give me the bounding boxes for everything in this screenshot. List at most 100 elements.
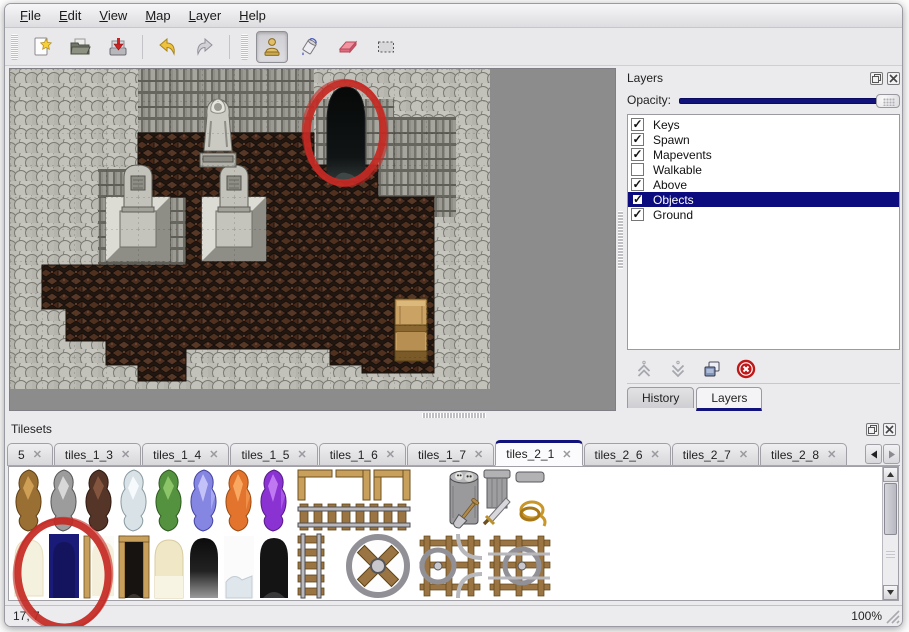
layer-row-keys[interactable]: ✓Keys: [628, 117, 899, 132]
doorway-dark-tile[interactable]: [119, 536, 149, 598]
checkbox-checked[interactable]: ✓: [631, 148, 644, 161]
snow-tile[interactable]: [224, 536, 254, 598]
close-panel-icon[interactable]: [883, 423, 896, 436]
opacity-slider[interactable]: [679, 93, 900, 108]
checkbox-checked[interactable]: ✓: [631, 178, 644, 191]
close-tab-icon[interactable]: ✕: [827, 448, 836, 461]
layer-row-objects[interactable]: ✓Objects: [628, 192, 899, 207]
checkbox-checked[interactable]: ✓: [631, 193, 644, 206]
tileset-content[interactable]: [8, 466, 899, 601]
menu-map[interactable]: Map: [136, 5, 179, 26]
cave-tile-navy-selected[interactable]: [49, 534, 79, 598]
toolbar-drag-handle[interactable]: [241, 34, 248, 60]
close-tab-icon[interactable]: ✕: [562, 448, 571, 461]
opacity-slider-handle[interactable]: [876, 94, 900, 108]
toolbar-separator: [229, 35, 230, 59]
stone-beam-tile[interactable]: [516, 472, 544, 482]
move-layer-up-button[interactable]: [631, 357, 657, 381]
undo-icon: [155, 35, 179, 59]
tileset-scrollbar[interactable]: [882, 467, 898, 600]
rail-junction-tile[interactable]: [420, 534, 482, 598]
checkbox-checked[interactable]: ✓: [631, 208, 644, 221]
arch-black-tile[interactable]: [260, 538, 288, 598]
checkbox-checked[interactable]: ✓: [631, 133, 644, 146]
dock-tab-history[interactable]: History: [627, 387, 694, 408]
save-file-button[interactable]: [102, 31, 134, 63]
rect-select-tool-button[interactable]: [370, 31, 402, 63]
menu-layer[interactable]: Layer: [180, 5, 231, 26]
duplicate-layer-button[interactable]: [699, 357, 725, 381]
close-panel-icon[interactable]: [887, 72, 900, 85]
scrollbar-thumb[interactable]: [884, 483, 897, 535]
rail-turntable-tile[interactable]: [344, 532, 412, 600]
close-tab-icon[interactable]: ✕: [739, 448, 748, 461]
checkbox-unchecked[interactable]: [631, 163, 644, 176]
menu-edit[interactable]: Edit: [50, 5, 90, 26]
layer-row-walkable[interactable]: Walkable: [628, 162, 899, 177]
tileset-tab-5[interactable]: 5✕: [7, 443, 53, 465]
redo-button[interactable]: [189, 31, 221, 63]
float-panel-icon[interactable]: [866, 423, 879, 436]
rail-vertical-tile[interactable]: [298, 534, 324, 598]
arch-ghost-tile[interactable]: [15, 540, 43, 596]
map-canvas-viewport[interactable]: [9, 68, 616, 411]
move-layer-down-button[interactable]: [665, 357, 691, 381]
chevron-down-icon: [668, 359, 688, 379]
tileset-tab-tiles_2_6[interactable]: tiles_2_6✕: [584, 443, 671, 465]
float-panel-icon[interactable]: [870, 72, 883, 85]
undo-button[interactable]: [151, 31, 183, 63]
close-tab-icon[interactable]: ✕: [651, 448, 660, 461]
tileset-tab-tiles_2_1[interactable]: tiles_2_1✕: [495, 440, 582, 466]
scrollbar-up-button[interactable]: [883, 467, 898, 482]
scroll-tabs-left-button[interactable]: [865, 444, 882, 464]
tileset-tab-tiles_2_7[interactable]: tiles_2_7✕: [672, 443, 759, 465]
layer-row-above[interactable]: ✓Above: [628, 177, 899, 192]
close-tab-icon[interactable]: ✕: [474, 448, 483, 461]
layers-dock: Layers Opacity: ✓Keys✓Spawn✓MapeventsWal…: [625, 68, 902, 411]
new-file-button[interactable]: [26, 31, 58, 63]
delete-layer-button[interactable]: [733, 357, 759, 381]
scrollbar-down-button[interactable]: [883, 585, 898, 600]
tileset-tab-tiles_1_5[interactable]: tiles_1_5✕: [230, 443, 317, 465]
fill-tool-button[interactable]: [294, 31, 326, 63]
eraser-tool-button[interactable]: [332, 31, 364, 63]
tileset-tab-tiles_1_3[interactable]: tiles_1_3✕: [54, 443, 141, 465]
tileset-tab-tiles_1_7[interactable]: tiles_1_7✕: [407, 443, 494, 465]
close-tab-icon[interactable]: ✕: [209, 448, 218, 461]
tileset-tiles[interactable]: [10, 468, 870, 600]
arch-black-top-tile[interactable]: [190, 538, 218, 598]
door-frame-tiles[interactable]: [298, 470, 410, 500]
redo-icon: [193, 35, 217, 59]
layer-row-ground[interactable]: ✓Ground: [628, 207, 899, 222]
open-file-button[interactable]: [64, 31, 96, 63]
map-canvas[interactable]: [10, 69, 491, 390]
menu-help[interactable]: Help: [230, 5, 275, 26]
rail-horizontal-tile[interactable]: [298, 504, 410, 530]
close-tab-icon[interactable]: ✕: [121, 448, 130, 461]
horizontal-splitter[interactable]: [5, 411, 902, 420]
doorway-white-tile[interactable]: [84, 536, 114, 598]
layer-row-mapevents[interactable]: ✓Mapevents: [628, 147, 899, 162]
stamp-tool-button[interactable]: [256, 31, 288, 63]
checkbox-checked[interactable]: ✓: [631, 118, 644, 131]
menu-file[interactable]: File: [11, 5, 50, 26]
rope-coil-tile[interactable]: [521, 502, 545, 526]
tileset-tab-tiles_2_8[interactable]: tiles_2_8✕: [760, 443, 847, 465]
rock-formations[interactable]: [16, 470, 286, 531]
eraser-tool-icon: [336, 35, 360, 59]
rail-curves-tile[interactable]: [488, 536, 550, 596]
arch-cream-tile[interactable]: [155, 540, 183, 598]
tileset-tab-tiles_1_4[interactable]: tiles_1_4✕: [142, 443, 229, 465]
vertical-splitter[interactable]: [616, 68, 625, 411]
dock-tab-layers[interactable]: Layers: [696, 387, 762, 411]
opacity-slider-track[interactable]: [679, 98, 896, 104]
close-tab-icon[interactable]: ✕: [386, 448, 395, 461]
close-tab-icon[interactable]: ✕: [297, 448, 306, 461]
layer-row-spawn[interactable]: ✓Spawn: [628, 132, 899, 147]
resize-grip[interactable]: [886, 610, 900, 624]
tileset-tab-tiles_1_6[interactable]: tiles_1_6✕: [319, 443, 406, 465]
menu-view[interactable]: View: [90, 5, 136, 26]
close-tab-icon[interactable]: ✕: [33, 448, 42, 461]
scroll-tabs-right-button[interactable]: [883, 444, 900, 464]
toolbar-drag-handle[interactable]: [11, 34, 18, 60]
